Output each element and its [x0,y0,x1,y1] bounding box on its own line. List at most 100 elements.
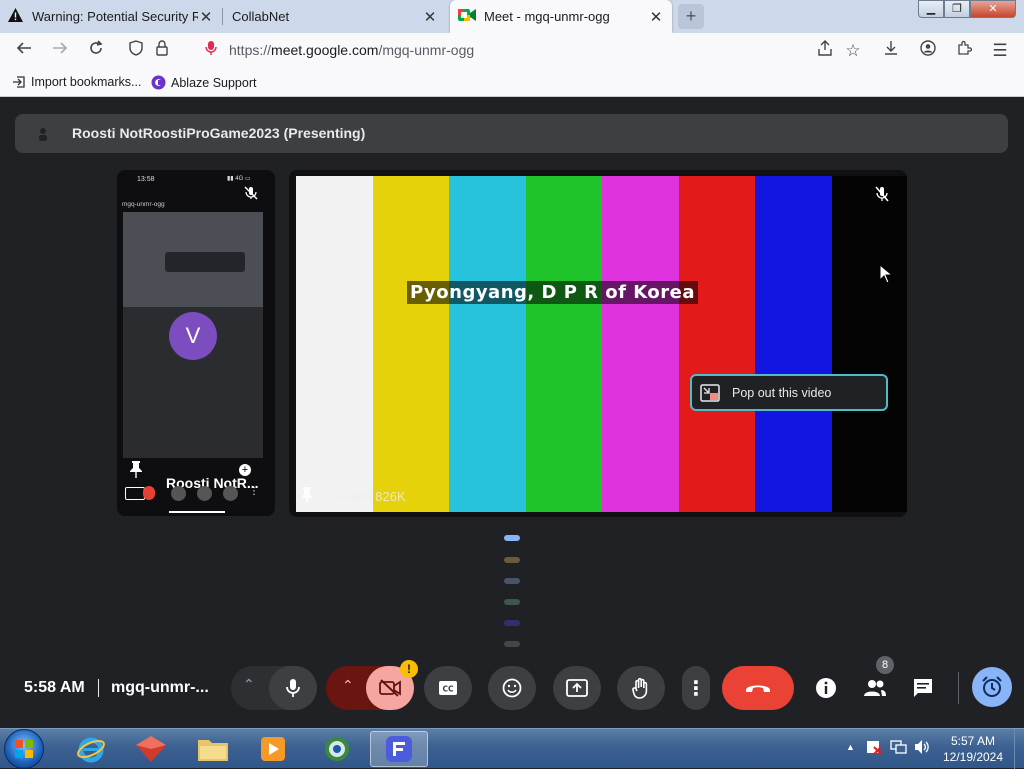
participant-tile-guest[interactable]: Pyongyang, D P R of Korea Pop out this v… [289,170,907,517]
floorp-browser-icon [386,736,412,762]
svg-text:CC: CC [442,685,454,694]
activities-button[interactable] [972,667,1012,707]
window-close-button[interactable]: ✕ [970,0,1016,18]
page-dot[interactable] [504,599,520,605]
participant-name: Guest 826K [337,489,406,504]
phone-meeting-code: mgq-unmr-ogg [122,201,165,208]
tab-title: CollabNet [232,9,290,24]
minimize-button[interactable]: ▁ [918,0,944,18]
extensions-icon[interactable] [952,39,976,63]
lock-icon[interactable] [150,39,174,63]
color-bar [831,176,907,512]
tracking-protection-icon[interactable] [124,39,148,63]
globe-app-icon [325,737,349,761]
presenter-avatar-icon [37,126,49,147]
action-center-icon[interactable] [866,739,882,760]
page-dot-active[interactable] [504,535,520,541]
leave-call-button[interactable] [722,666,794,710]
taskbar-file-explorer[interactable] [188,731,238,767]
bookmark-star-icon[interactable]: ☆ [841,39,865,63]
people-button[interactable] [860,674,890,702]
presenting-banner: Roosti NotRoostiProGame2023 (Presenting) [15,114,1008,153]
page-dot[interactable] [504,641,520,647]
volume-icon[interactable] [914,739,930,760]
participant-tile-roosti[interactable]: 13:58 ▮▮ 4G ▭ mgq-unmr-ogg V + Roosti No… [117,170,275,516]
taskbar-firefox-active[interactable] [370,731,428,767]
pop-out-video-button[interactable]: Pop out this video [690,374,888,411]
share-icon[interactable] [813,39,837,63]
avatar-letter: V [185,323,201,348]
close-icon[interactable]: ✕ [422,8,438,26]
new-tab-button[interactable]: + [678,4,704,29]
maximize-button[interactable]: ❐ [944,0,970,18]
clock-date: 12/19/2024 [942,750,1004,764]
page-dot[interactable] [504,620,520,626]
tab-strip: Warning: Potential Security Risk ✕ Colla… [0,0,1024,33]
reload-button[interactable] [84,39,108,63]
reload-icon [90,40,103,54]
alarm-clock-icon [982,676,1002,697]
taskbar-app-red[interactable] [126,731,176,767]
color-bar [602,176,679,512]
meet-icon [458,8,480,25]
color-bar [678,176,756,512]
forward-button[interactable] [48,39,72,63]
camera-warning-badge: ! [400,660,418,678]
reactions-button[interactable] [488,666,536,710]
present-screen-icon [566,679,588,697]
network-icon[interactable] [890,739,908,760]
captions-button[interactable]: CC [424,666,472,710]
tab-collabnet[interactable]: CollabNet ✕ [224,0,446,33]
pin-icon[interactable] [301,486,313,509]
more-mini-icon: ⋮ [249,486,259,497]
raise-hand-button[interactable] [617,666,665,710]
chat-button[interactable] [908,674,938,702]
taskbar-media-player[interactable] [248,731,298,767]
pin-icon[interactable] [129,460,143,483]
show-desktop-button[interactable] [1014,729,1024,769]
microphone-button[interactable] [269,666,317,710]
tab-title: Warning: Potential Security Risk [32,9,198,24]
bookmark-ablaze[interactable]: Ablaze Support [151,75,256,90]
media-player-icon [261,737,285,761]
start-button[interactable] [4,729,44,769]
taskbar-clock[interactable]: 5:57 AM 12/19/2024 [940,733,1006,765]
presenting-label: Roosti NotRoostiProGame2023 (Presenting) [72,125,366,141]
meeting-details-button[interactable] [812,674,840,702]
camera-off-mini-icon [171,486,186,501]
page-dot[interactable] [504,557,520,563]
url-bar[interactable]: https://meet.google.com/mgq-unmr-ogg [229,42,474,58]
hand-mini-icon [223,486,238,501]
ablaze-icon [151,75,166,90]
pop-out-icon [700,384,720,405]
close-icon[interactable]: ✕ [648,8,664,26]
page-dot[interactable] [504,578,520,584]
video-options-button[interactable]: ⌃ [342,677,354,694]
bookmark-import[interactable]: Import bookmarks... [12,75,141,89]
windows-logo-icon [15,740,33,758]
mic-off-mini-icon [197,486,212,501]
show-hidden-icons-button[interactable]: ▲ [846,742,855,752]
battery-icon [125,487,145,500]
taskbar-internet-explorer[interactable] [66,731,116,767]
close-icon[interactable]: ✕ [198,8,214,26]
url-scheme: https:// [229,42,272,58]
menu-icon[interactable]: ☰ [988,39,1012,63]
tab-meet[interactable]: Meet - mgq-unmr-ogg ✕ [450,0,672,33]
tab-security-warning[interactable]: Warning: Potential Security Risk ✕ [0,0,222,33]
account-icon[interactable] [916,39,940,63]
microphone-permission-icon[interactable] [199,39,223,63]
color-bar [372,176,450,512]
end-call-mini-icon [143,486,155,500]
download-icon[interactable] [879,39,903,63]
taskbar-app-globe[interactable] [312,731,362,767]
internet-explorer-icon [77,737,105,763]
color-bar [755,176,832,512]
present-button[interactable] [553,666,601,710]
meeting-code[interactable]: mgq-unmr-... [111,679,209,697]
phone-home-indicator [169,511,225,513]
controls-divider [958,672,959,704]
back-button[interactable] [12,39,36,63]
more-options-button[interactable]: ⋮ [682,666,710,710]
audio-options-button[interactable]: ⌃ [243,676,255,693]
